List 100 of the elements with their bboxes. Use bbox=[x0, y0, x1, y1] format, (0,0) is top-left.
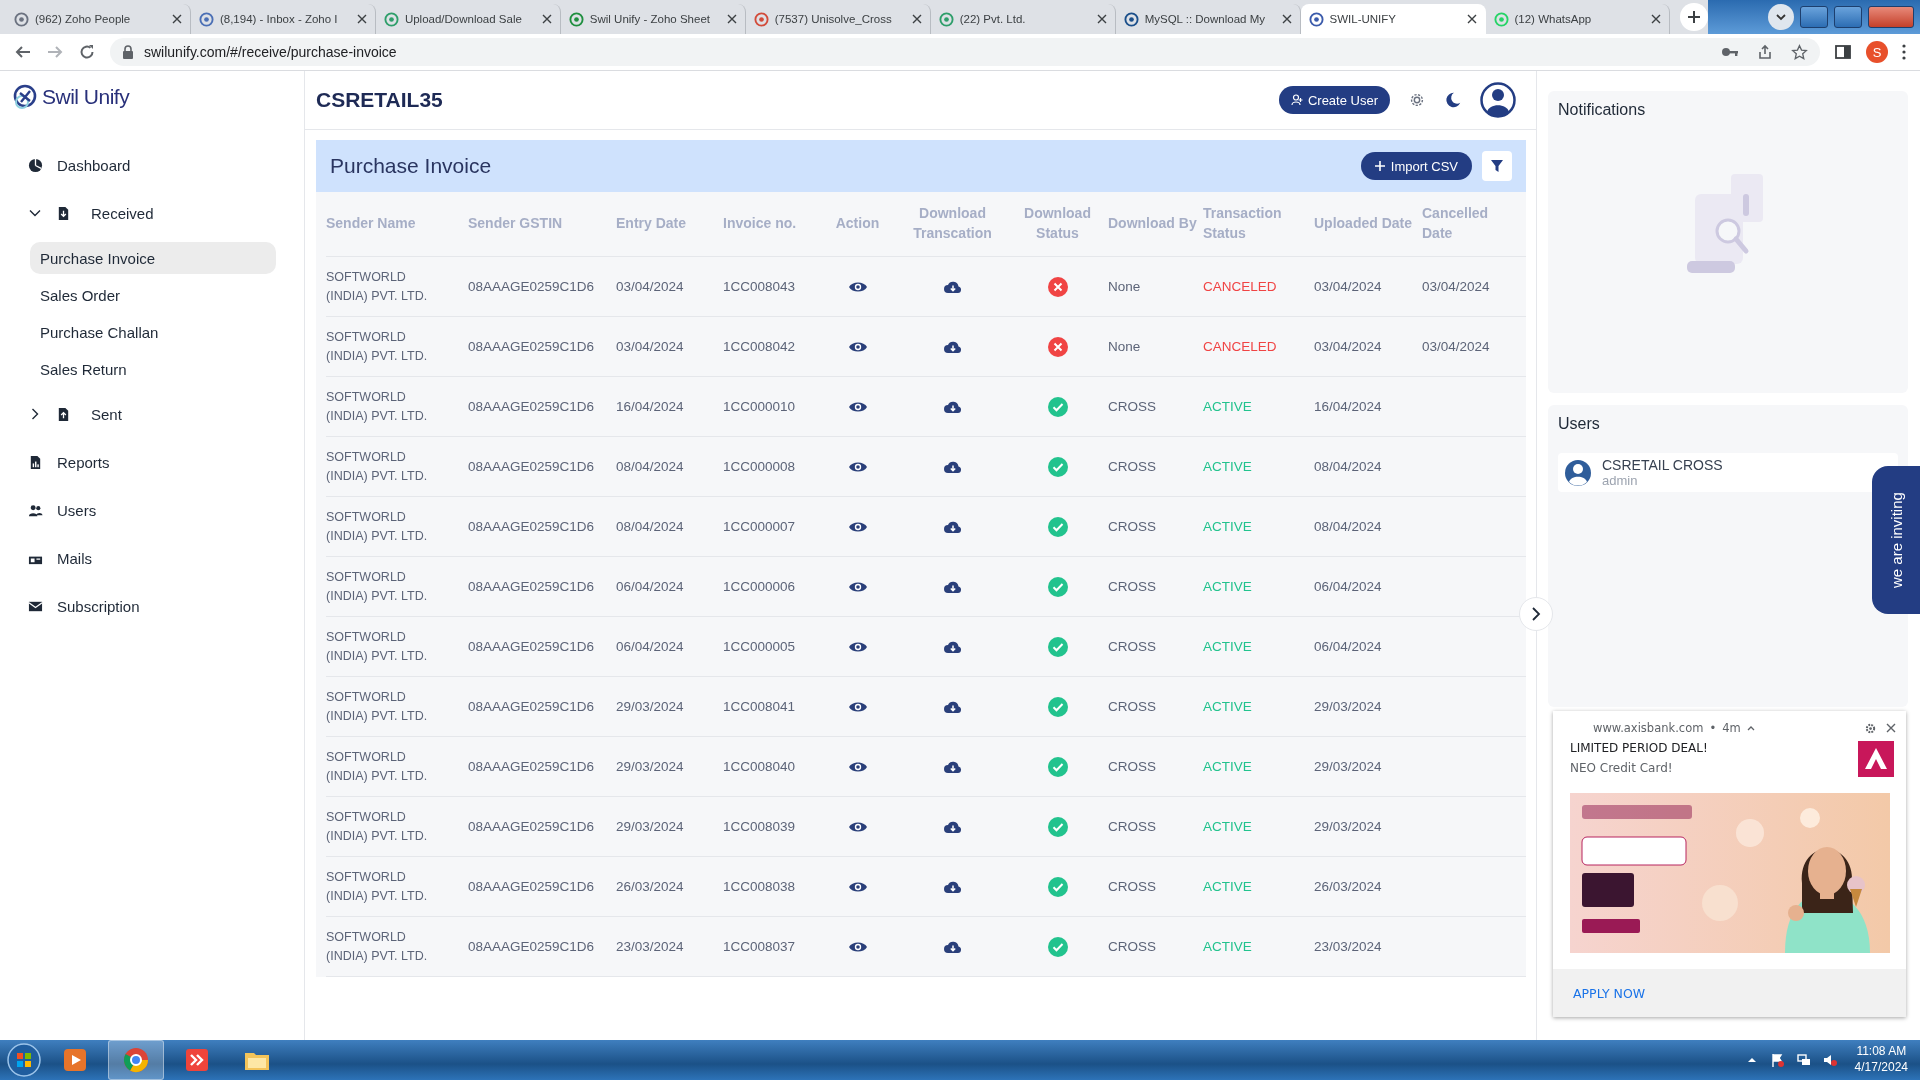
column-header: Cancelled Date bbox=[1422, 192, 1526, 257]
user-item[interactable]: CSRETAIL CROSS admin bbox=[1558, 453, 1898, 492]
table-cell: 03/04/2024 bbox=[1422, 317, 1526, 377]
column-header: Uploaded Date bbox=[1314, 192, 1422, 257]
apply-now-button[interactable]: APPLY NOW bbox=[1573, 985, 1646, 1001]
notification-title: LIMITED PERIOD DEAL! bbox=[1570, 741, 1709, 755]
close-icon[interactable] bbox=[1466, 14, 1477, 24]
close-icon[interactable] bbox=[1651, 14, 1662, 24]
table-cell: 03/04/2024 bbox=[616, 317, 723, 377]
browser-tab[interactable]: (12) WhatsApp bbox=[1485, 4, 1671, 34]
status-text: ACTIVE bbox=[1203, 937, 1252, 956]
new-tab-button[interactable] bbox=[1680, 3, 1708, 31]
cloud-download-icon[interactable] bbox=[942, 579, 963, 594]
settings-icon[interactable] bbox=[1408, 91, 1426, 109]
status-text: CANCELED bbox=[1203, 277, 1277, 296]
close-icon[interactable] bbox=[911, 14, 922, 24]
cloud-download-icon[interactable] bbox=[942, 819, 963, 834]
sidebar-item[interactable]: Users bbox=[12, 486, 292, 534]
share-icon[interactable] bbox=[1757, 44, 1773, 60]
cloud-download-icon[interactable] bbox=[942, 519, 963, 534]
panel-title: Users bbox=[1558, 415, 1600, 432]
table-cell: 08AAAGE0259C1D6 bbox=[468, 617, 616, 677]
plus-icon bbox=[1374, 161, 1385, 171]
table-cell: SOFTWORLD (INDIA) PVT. LTD. bbox=[326, 377, 468, 437]
sidebar-item[interactable]: Dashboard bbox=[12, 141, 292, 189]
start-button[interactable] bbox=[6, 1042, 42, 1078]
close-icon[interactable] bbox=[726, 14, 737, 24]
table-cell: 23/03/2024 bbox=[1314, 917, 1422, 977]
flag-icon[interactable] bbox=[1770, 1053, 1785, 1067]
sidebar-subitem[interactable]: Purchase Invoice bbox=[30, 242, 276, 274]
user-name: CSRETAIL CROSS bbox=[1602, 457, 1723, 473]
reload-icon[interactable] bbox=[78, 43, 96, 61]
sidebar-subitem[interactable]: Purchase Challan bbox=[30, 316, 276, 348]
settings-icon[interactable] bbox=[1865, 722, 1876, 734]
filter-button[interactable] bbox=[1482, 151, 1512, 181]
close-icon[interactable] bbox=[1096, 14, 1107, 24]
network-icon[interactable] bbox=[1796, 1053, 1811, 1067]
cloud-download-icon[interactable] bbox=[942, 699, 963, 714]
browser-tab[interactable]: (8,194) - Inbox - Zoho I bbox=[190, 4, 376, 34]
browser-tab[interactable]: (22) Pvt. Ltd. bbox=[930, 4, 1116, 34]
sidebar-item[interactable]: Reports bbox=[12, 438, 292, 486]
create-user-button[interactable]: Create User bbox=[1278, 86, 1390, 114]
key-icon[interactable] bbox=[1721, 45, 1739, 59]
sidebar-subitem[interactable]: Sales Order bbox=[30, 279, 276, 311]
sidebar-item[interactable]: Received bbox=[12, 189, 292, 237]
favicon-icon bbox=[198, 11, 214, 27]
table-cell: 08/04/2024 bbox=[1314, 437, 1422, 497]
sidebar-item[interactable]: Mails bbox=[12, 534, 292, 582]
sidebar-item[interactable]: Subscription bbox=[12, 582, 292, 630]
dashboard-icon bbox=[28, 157, 43, 173]
table-cell: 16/04/2024 bbox=[1314, 377, 1422, 437]
sidebar-item[interactable]: Sent bbox=[12, 390, 292, 438]
clock-date[interactable]: 4/17/2024 bbox=[1854, 1060, 1908, 1076]
table-cell: 03/04/2024 bbox=[1314, 317, 1422, 377]
close-icon[interactable] bbox=[1886, 722, 1896, 733]
status-text: ACTIVE bbox=[1203, 397, 1252, 416]
address-bar[interactable]: swilunify.com/#/receive/purchase-invoice bbox=[110, 38, 1820, 66]
taskbar-item[interactable] bbox=[108, 1040, 164, 1080]
cloud-download-icon[interactable] bbox=[942, 459, 963, 474]
invite-tab[interactable]: we are inviting bbox=[1872, 466, 1920, 614]
browser-tab[interactable]: SWIL-UNIFY bbox=[1300, 4, 1486, 34]
profile-avatar[interactable]: S bbox=[1866, 41, 1888, 63]
tab-search-button[interactable] bbox=[1767, 4, 1794, 30]
table-cell: 1CC008039 bbox=[723, 797, 823, 857]
maximize-button[interactable] bbox=[1833, 6, 1862, 28]
cloud-download-icon[interactable] bbox=[942, 639, 963, 654]
browser-tab[interactable]: Upload/Download Sale bbox=[375, 4, 561, 34]
caret-icon[interactable] bbox=[1746, 725, 1755, 731]
cloud-download-icon[interactable] bbox=[942, 939, 963, 954]
minimize-button[interactable] bbox=[1799, 6, 1828, 28]
menu-icon[interactable] bbox=[1902, 44, 1906, 60]
table-cell: 03/04/2024 bbox=[616, 257, 723, 317]
close-icon[interactable] bbox=[356, 14, 367, 24]
cloud-download-icon[interactable] bbox=[942, 279, 963, 294]
star-icon[interactable] bbox=[1791, 43, 1808, 61]
browser-tab[interactable]: Swil Unify - Zoho Sheet bbox=[560, 4, 746, 34]
status-text: ACTIVE bbox=[1203, 757, 1252, 776]
cloud-download-icon[interactable] bbox=[942, 879, 963, 894]
browser-tab[interactable]: (962) Zoho People bbox=[6, 4, 191, 34]
close-icon[interactable] bbox=[1281, 14, 1292, 24]
browser-tab[interactable]: (7537) Unisolve_Cross bbox=[745, 4, 931, 34]
column-header: Sender GSTIN bbox=[468, 192, 616, 257]
side-panel-icon[interactable] bbox=[1834, 43, 1852, 61]
cloud-download-icon[interactable] bbox=[942, 759, 963, 774]
column-header: Download Transcation bbox=[898, 192, 1013, 257]
volume-icon[interactable] bbox=[1822, 1053, 1837, 1067]
user-avatar[interactable] bbox=[1480, 82, 1516, 118]
close-icon[interactable] bbox=[171, 14, 182, 24]
import-csv-button[interactable]: Import CSV bbox=[1360, 152, 1472, 180]
browser-tab[interactable]: MySQL :: Download My bbox=[1115, 4, 1301, 34]
clock-time[interactable]: 11:08 AM bbox=[1854, 1044, 1908, 1060]
close-button[interactable] bbox=[1867, 6, 1914, 28]
close-icon[interactable] bbox=[541, 14, 552, 24]
sidebar-subitem[interactable]: Sales Return bbox=[30, 353, 276, 385]
cloud-download-icon[interactable] bbox=[942, 399, 963, 414]
table-cell: 08AAAGE0259C1D6 bbox=[468, 737, 616, 797]
cloud-download-icon[interactable] bbox=[942, 339, 963, 354]
table-cell: SOFTWORLD (INDIA) PVT. LTD. bbox=[326, 677, 468, 737]
moon-icon[interactable] bbox=[1444, 91, 1462, 109]
column-header: Download Status bbox=[1013, 192, 1108, 257]
